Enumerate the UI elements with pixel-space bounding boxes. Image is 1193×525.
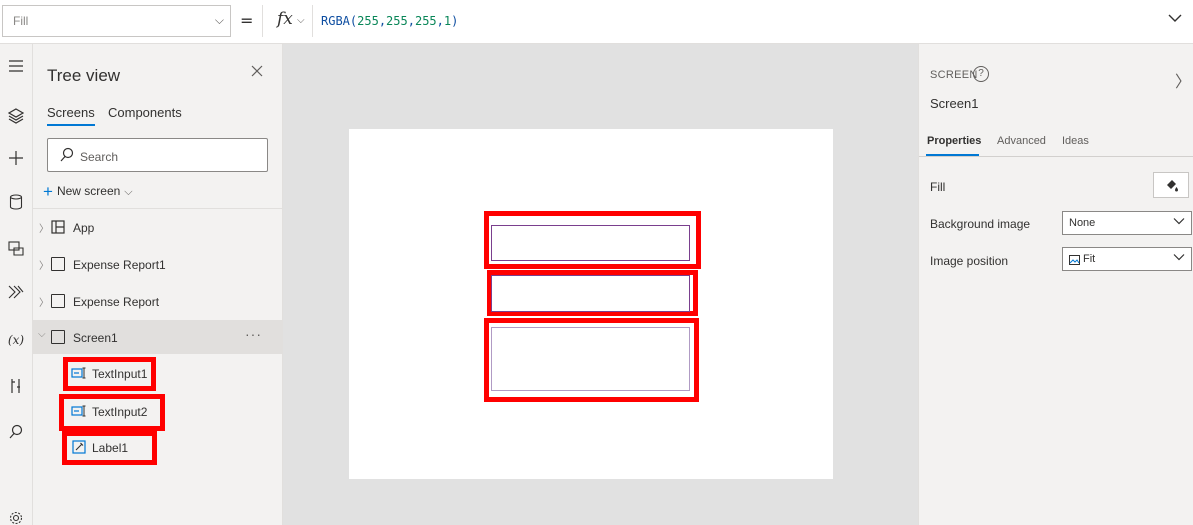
tab-ideas[interactable]: Ideas: [1062, 135, 1089, 147]
chevron-right-icon[interactable]: 〉: [1175, 68, 1191, 92]
fill-color-picker[interactable]: [1153, 172, 1189, 198]
textinput2-control[interactable]: [491, 275, 690, 312]
divider: [919, 156, 1193, 157]
tree-item-label: Label1: [92, 441, 129, 455]
tab-advanced[interactable]: Advanced: [997, 135, 1046, 147]
plus-icon: +: [43, 182, 53, 201]
formula-text: RGBA(255,255,255,1): [321, 14, 459, 28]
image-position-label: Image position: [930, 254, 1009, 268]
screen-icon: [51, 294, 65, 308]
tree-item-screen1[interactable]: ⌵ Screen1 ···: [33, 320, 283, 354]
tree-item-label: Expense Report: [73, 295, 160, 309]
more-options-icon[interactable]: ···: [245, 326, 262, 342]
power-automate-icon[interactable]: [4, 280, 28, 304]
data-icon[interactable]: [4, 190, 28, 214]
tab-screens[interactable]: Screens: [47, 105, 95, 126]
insert-icon[interactable]: [4, 146, 28, 170]
control-name[interactable]: Screen1: [930, 96, 978, 111]
properties-panel: SCREEN ? Screen1 〉 Properties Advanced I…: [918, 44, 1193, 525]
dropdown-value: None: [1069, 217, 1096, 229]
search-icon[interactable]: [4, 420, 28, 444]
app-rail: (x): [0, 44, 33, 525]
tree-view-title: Tree view: [47, 66, 121, 85]
help-icon[interactable]: ?: [973, 66, 989, 82]
background-image-label: Background image: [930, 217, 1031, 231]
label1-control[interactable]: [491, 327, 690, 391]
tree-item-label1[interactable]: Label1: [66, 436, 154, 460]
expand-formula-icon[interactable]: [1167, 10, 1187, 30]
text-input-icon: [71, 405, 87, 420]
formula-bar: Fill ⌵ = fx ⌵ RGBA(255,255,255,1): [0, 0, 1193, 44]
chevron-right-icon[interactable]: 〉: [39, 257, 49, 272]
tab-components[interactable]: Components: [108, 105, 182, 120]
label-icon: [72, 440, 86, 457]
new-screen-label: New screen: [56, 184, 121, 198]
image-icon: [1069, 254, 1080, 268]
tree-item-textinput1[interactable]: TextInput1: [66, 362, 156, 386]
chevron-right-icon[interactable]: 〉: [39, 220, 49, 235]
paint-bucket-icon: [1165, 178, 1179, 195]
variables-icon[interactable]: (x): [4, 328, 28, 352]
image-position-dropdown[interactable]: Fit: [1062, 247, 1192, 271]
screen-icon: [51, 257, 65, 271]
dropdown-value: Fit: [1083, 253, 1096, 265]
chevron-down-icon: [1173, 215, 1185, 230]
tree-item-app[interactable]: 〉 App: [33, 210, 283, 244]
property-value: Fill: [13, 14, 29, 28]
tree-item-label: TextInput1: [92, 367, 148, 381]
textinput1-control[interactable]: [491, 225, 690, 261]
chevron-down-icon: ⌵: [214, 13, 224, 27]
equals-sign: =: [240, 11, 254, 30]
chevron-down-icon: ⌵: [297, 15, 305, 26]
media-icon[interactable]: [4, 236, 28, 260]
chevron-down-icon: [1173, 251, 1185, 266]
tree-item-expense-report[interactable]: 〉 Expense Report: [33, 284, 283, 318]
tree-item-label: App: [73, 221, 95, 235]
tree-item-label: Expense Report1: [73, 258, 166, 272]
fill-label: Fill: [930, 180, 946, 194]
screen-canvas[interactable]: [349, 129, 833, 479]
chevron-down-icon: ⌵: [124, 186, 133, 198]
search-icon: [60, 147, 74, 166]
text-input-icon: [71, 367, 87, 382]
settings-icon[interactable]: [4, 506, 28, 525]
tree-item-expense-report1[interactable]: 〉 Expense Report1: [33, 247, 283, 281]
tree-view-panel: Tree view Screens Components Search + New…: [33, 44, 283, 525]
formula-close: ): [451, 14, 459, 28]
screen-icon: [51, 330, 65, 344]
divider: [33, 208, 283, 209]
formula-arg: 255: [414, 14, 437, 28]
tab-properties[interactable]: Properties: [927, 135, 981, 147]
tree-item-textinput2[interactable]: TextInput2: [66, 400, 162, 424]
tree-view-icon[interactable]: [4, 104, 28, 128]
control-type: SCREEN: [930, 69, 978, 81]
new-screen-button[interactable]: + New screen ⌵: [43, 182, 133, 202]
chevron-right-icon[interactable]: 〉: [39, 294, 49, 309]
tree-item-label: Screen1: [73, 331, 118, 345]
property-dropdown[interactable]: Fill ⌵: [2, 5, 231, 37]
fx-button[interactable]: fx ⌵: [262, 5, 312, 37]
canvas-area: [283, 44, 918, 525]
formula-func: RGBA(: [321, 14, 358, 28]
app-icon: [51, 220, 65, 237]
formula-arg: 255: [357, 14, 379, 28]
search-placeholder: Search: [80, 150, 119, 164]
search-input[interactable]: Search: [47, 138, 268, 172]
formula-arg: 255: [386, 14, 408, 28]
tree-item-label: TextInput2: [92, 405, 148, 419]
close-icon[interactable]: [251, 64, 263, 82]
tools-icon[interactable]: [4, 374, 28, 398]
formula-input[interactable]: RGBA(255,255,255,1): [312, 5, 1158, 37]
chevron-down-icon[interactable]: ⌵: [38, 329, 46, 340]
fx-icon: fx: [277, 9, 293, 29]
background-image-dropdown[interactable]: None: [1062, 211, 1192, 235]
menu-icon[interactable]: [4, 54, 28, 78]
